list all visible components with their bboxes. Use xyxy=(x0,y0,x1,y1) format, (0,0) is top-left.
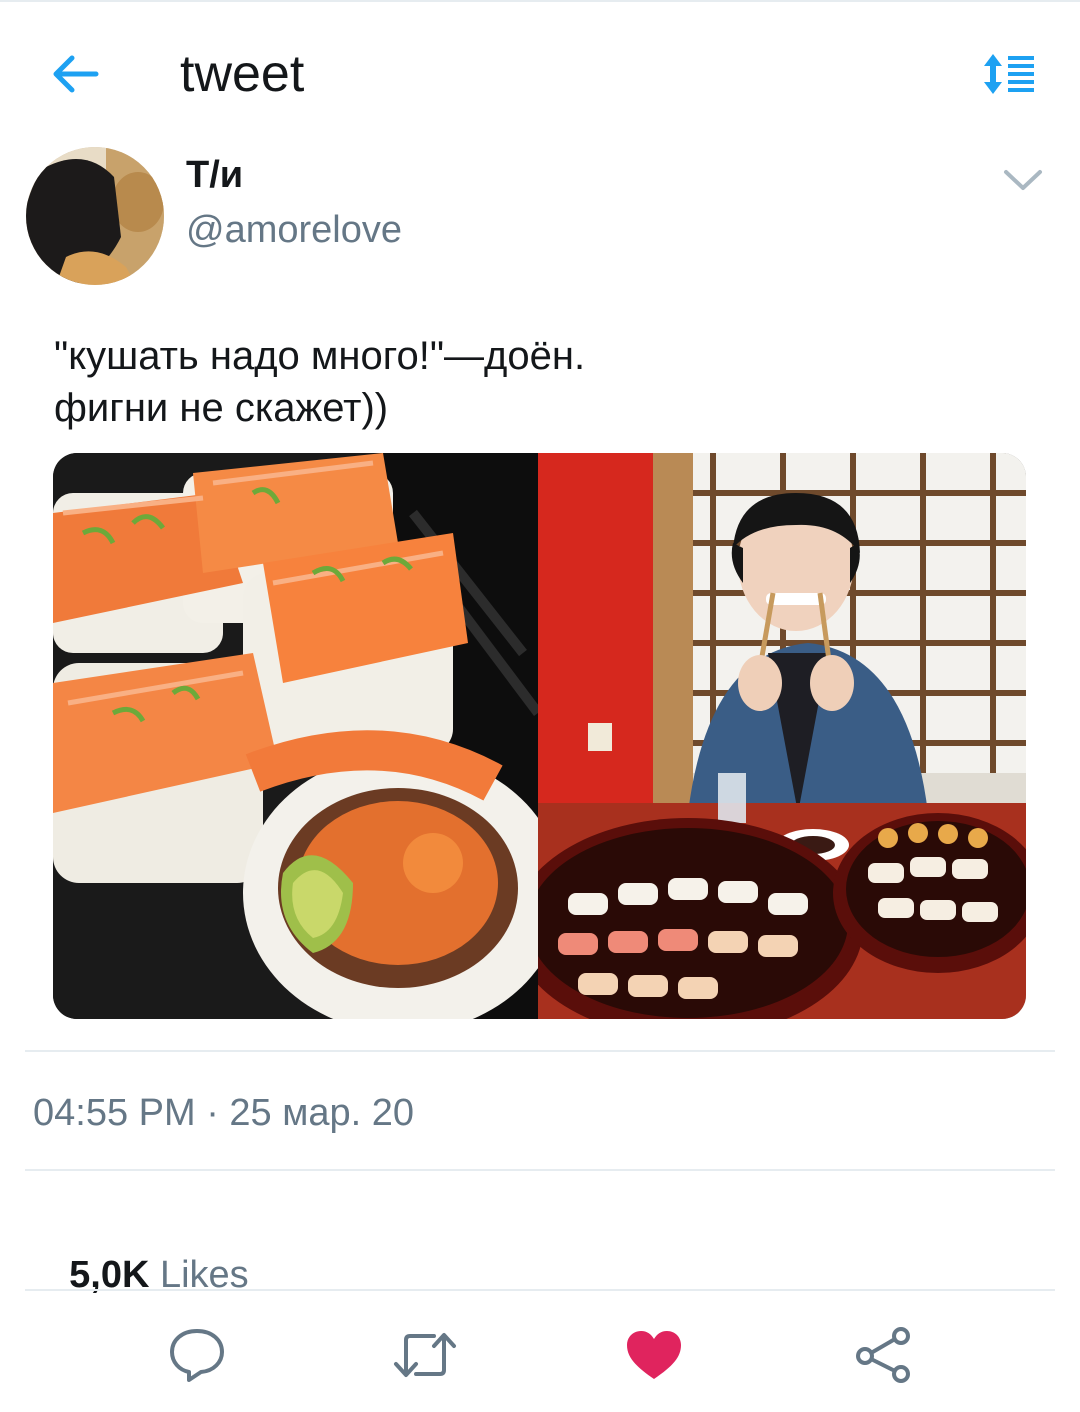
reply-button[interactable] xyxy=(162,1320,232,1390)
sort-button[interactable] xyxy=(975,46,1045,102)
retweet-icon xyxy=(394,1333,456,1377)
like-button[interactable] xyxy=(619,1320,689,1390)
tweet-text-line: фигни не скажет)) xyxy=(54,386,389,430)
back-button[interactable] xyxy=(40,46,110,102)
arrow-left-icon xyxy=(53,55,99,93)
tweet-menu-button[interactable] xyxy=(995,158,1051,202)
share-button[interactable] xyxy=(848,1320,918,1390)
tweet-timestamp: 04:55 PM · 25 мар. 20 xyxy=(33,1092,415,1134)
page-title: tweet xyxy=(180,45,305,103)
likes-stat[interactable]: 5,0K Likes xyxy=(48,1211,249,1297)
share-icon xyxy=(856,1327,910,1383)
media-photo-sushi-rolls[interactable] xyxy=(53,453,538,1019)
avatar-photo xyxy=(26,147,164,285)
divider xyxy=(25,1050,1055,1052)
media-grid xyxy=(53,453,1026,1019)
user-handle[interactable]: @amorelove xyxy=(186,209,402,252)
sort-list-icon xyxy=(984,54,1034,94)
heart-icon xyxy=(627,1331,681,1379)
retweet-button[interactable] xyxy=(390,1320,460,1390)
tweet-text-line: "кушать надо много!"—доён. xyxy=(54,334,586,378)
tweet-text: "кушать надо много!"—доён. фигни не скаж… xyxy=(54,330,1034,434)
divider xyxy=(25,1289,1055,1291)
display-name[interactable]: Т/и xyxy=(186,154,243,197)
app-header: tweet xyxy=(0,0,1080,150)
media-photo-person-with-sushi[interactable] xyxy=(538,453,1026,1019)
reply-icon xyxy=(170,1329,224,1382)
sushi-rolls-image xyxy=(53,453,538,1019)
avatar[interactable] xyxy=(26,147,164,285)
chevron-down-icon xyxy=(1004,170,1042,190)
person-with-sushi-image xyxy=(538,453,1026,1019)
divider xyxy=(25,1169,1055,1171)
